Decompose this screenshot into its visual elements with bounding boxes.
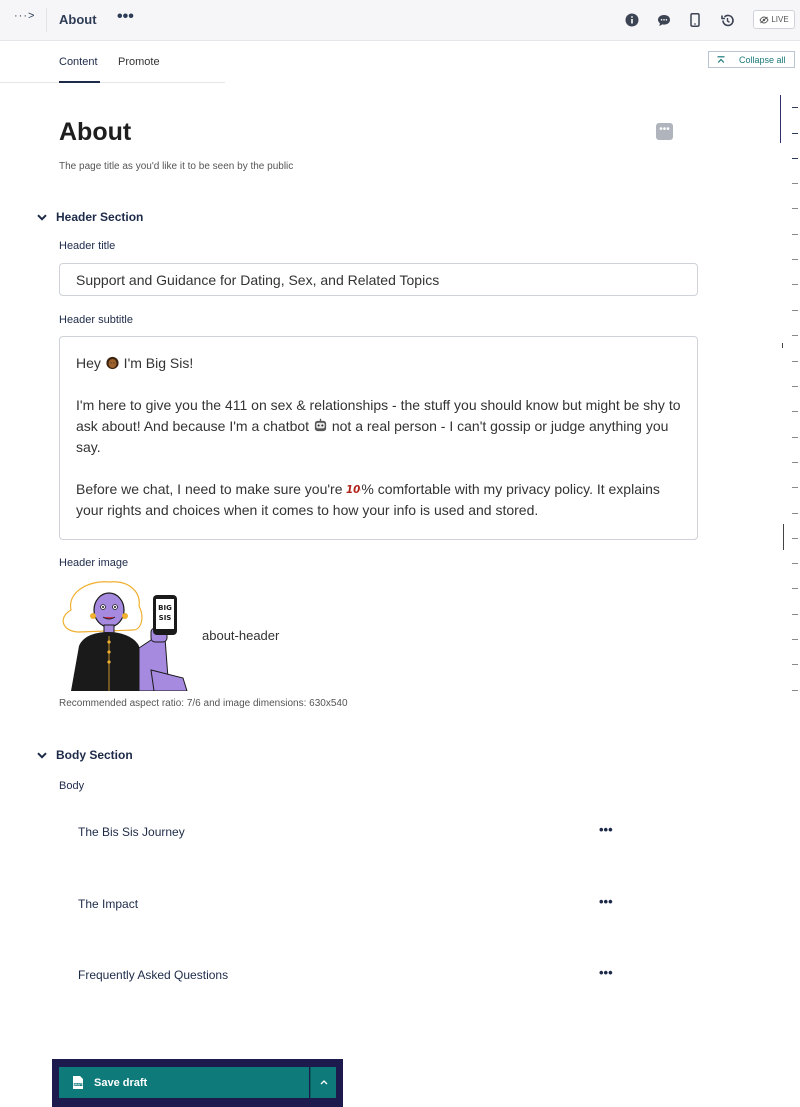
minimap-item (792, 158, 798, 159)
hundred-emoji-icon: 100 (346, 484, 361, 496)
page-title-help-text: The page title as you'd like it to be se… (59, 161, 294, 172)
header-title-label: Header title (59, 240, 116, 252)
page-title[interactable]: About (59, 118, 131, 147)
preview-mobile-icon[interactable] (686, 11, 704, 29)
collapse-all-label: Collapse all (739, 54, 786, 65)
subtitle-text: Before we chat, I need to make sure you'… (76, 481, 347, 497)
subtitle-paragraph: I'm here to give you the 411 on sex & re… (76, 395, 681, 458)
header-subtitle-editor[interactable]: Hey I'm Big Sis! I'm here to give you th… (59, 336, 698, 540)
chevron-down-icon (37, 213, 47, 221)
minimap-item (792, 588, 798, 589)
aspect-ratio-help: Recommended aspect ratio: 7/6 and image … (59, 698, 348, 709)
header-section-heading: Header Section (56, 210, 144, 224)
minimap-item (792, 310, 798, 311)
header-section-toggle[interactable]: Header Section (37, 210, 143, 224)
minimap-item (792, 386, 798, 387)
minimap-item (792, 614, 798, 615)
minimap-marker (782, 343, 783, 348)
header-image-name: about-header (202, 628, 280, 643)
body-label: Body (59, 780, 85, 792)
minimap-item (792, 234, 798, 235)
chevron-down-icon (37, 751, 47, 759)
header-image-label: Header image (59, 557, 129, 569)
minimap-item (792, 361, 798, 362)
minimap-item (792, 563, 798, 564)
draft-badge-text: DRAFT (73, 1082, 83, 1086)
block-actions-button[interactable]: ••• (599, 894, 613, 909)
page-actions-button[interactable]: ••• (117, 8, 134, 26)
tab-promote[interactable]: Promote (118, 56, 160, 68)
minimap-item (792, 411, 798, 412)
body-block-item[interactable]: Frequently Asked Questions (78, 968, 228, 982)
minimap-viewport-indicator (780, 95, 781, 143)
footer-actions-bar: DRAFT Save draft (52, 1059, 343, 1107)
subtitle-text: Hey (76, 355, 105, 371)
divider (46, 8, 47, 32)
minimap-item (792, 437, 798, 438)
header-title-input[interactable]: Support and Guidance for Dating, Sex, an… (59, 263, 698, 296)
eye-icon (759, 16, 769, 23)
minimap-item (792, 639, 798, 640)
phone-screen-text: BIG (158, 604, 172, 612)
minimap-item (792, 664, 798, 665)
woman-emoji-icon (106, 356, 119, 370)
minimap-item (792, 462, 798, 463)
block-actions-button[interactable]: ••• (599, 965, 613, 980)
minimap-item (792, 107, 798, 108)
block-actions-button[interactable]: ••• (599, 822, 613, 837)
robot-emoji-icon (314, 418, 327, 432)
minimap-item (792, 487, 798, 488)
subtitle-text: I'm Big Sis! (119, 355, 194, 371)
minimap-item (792, 284, 798, 285)
minimap-item (792, 335, 798, 336)
breadcrumb-current-page[interactable]: About (59, 12, 97, 27)
body-section-heading: Body Section (56, 748, 133, 762)
minimap-marker (783, 524, 784, 550)
chevron-up-icon (320, 1080, 327, 1085)
live-status-button[interactable]: LIVE (753, 10, 795, 29)
minimap-item (792, 690, 798, 691)
more-actions-toggle[interactable] (310, 1067, 336, 1098)
collapse-all-button[interactable]: Collapse all (708, 51, 795, 68)
minimap-item (792, 513, 798, 514)
header-subtitle-label: Header subtitle (59, 314, 133, 326)
add-comment-button[interactable]: ••• (656, 123, 673, 140)
breadcrumb-toggle-button[interactable]: ···> (14, 10, 48, 30)
draft-document-icon: DRAFT (73, 1076, 83, 1089)
minimap-item (792, 208, 798, 209)
save-draft-button[interactable]: DRAFT Save draft (59, 1067, 309, 1098)
minimap-item (792, 259, 798, 260)
minimap-item (792, 183, 798, 184)
more-icon: ••• (659, 124, 670, 135)
top-bar: ···> About ••• LIVE (0, 0, 800, 41)
active-tab-indicator (59, 81, 100, 83)
collapse-up-icon (717, 55, 725, 63)
tab-content[interactable]: Content (59, 56, 98, 68)
minimap-item (792, 133, 798, 134)
body-block-item[interactable]: The Impact (78, 897, 138, 911)
header-image-thumbnail[interactable]: BIG SIS (59, 578, 191, 692)
subtitle-paragraph: Hey I'm Big Sis! (76, 353, 681, 374)
big-sis-illustration: BIG SIS (62, 581, 188, 692)
comments-icon[interactable] (655, 11, 673, 29)
live-label: LIVE (771, 15, 789, 24)
body-block-item[interactable]: The Bis Sis Journey (78, 825, 185, 839)
svg-text:100: 100 (346, 484, 361, 496)
minimap-item (792, 538, 798, 539)
subtitle-paragraph: Before we chat, I need to make sure you'… (76, 479, 681, 521)
editor-tabs: Content Promote (0, 41, 225, 83)
info-icon[interactable] (623, 11, 641, 29)
history-icon[interactable] (718, 11, 736, 29)
body-section-toggle[interactable]: Body Section (37, 748, 133, 762)
phone-screen-text: SIS (159, 614, 172, 622)
save-draft-label: Save draft (94, 1076, 148, 1089)
